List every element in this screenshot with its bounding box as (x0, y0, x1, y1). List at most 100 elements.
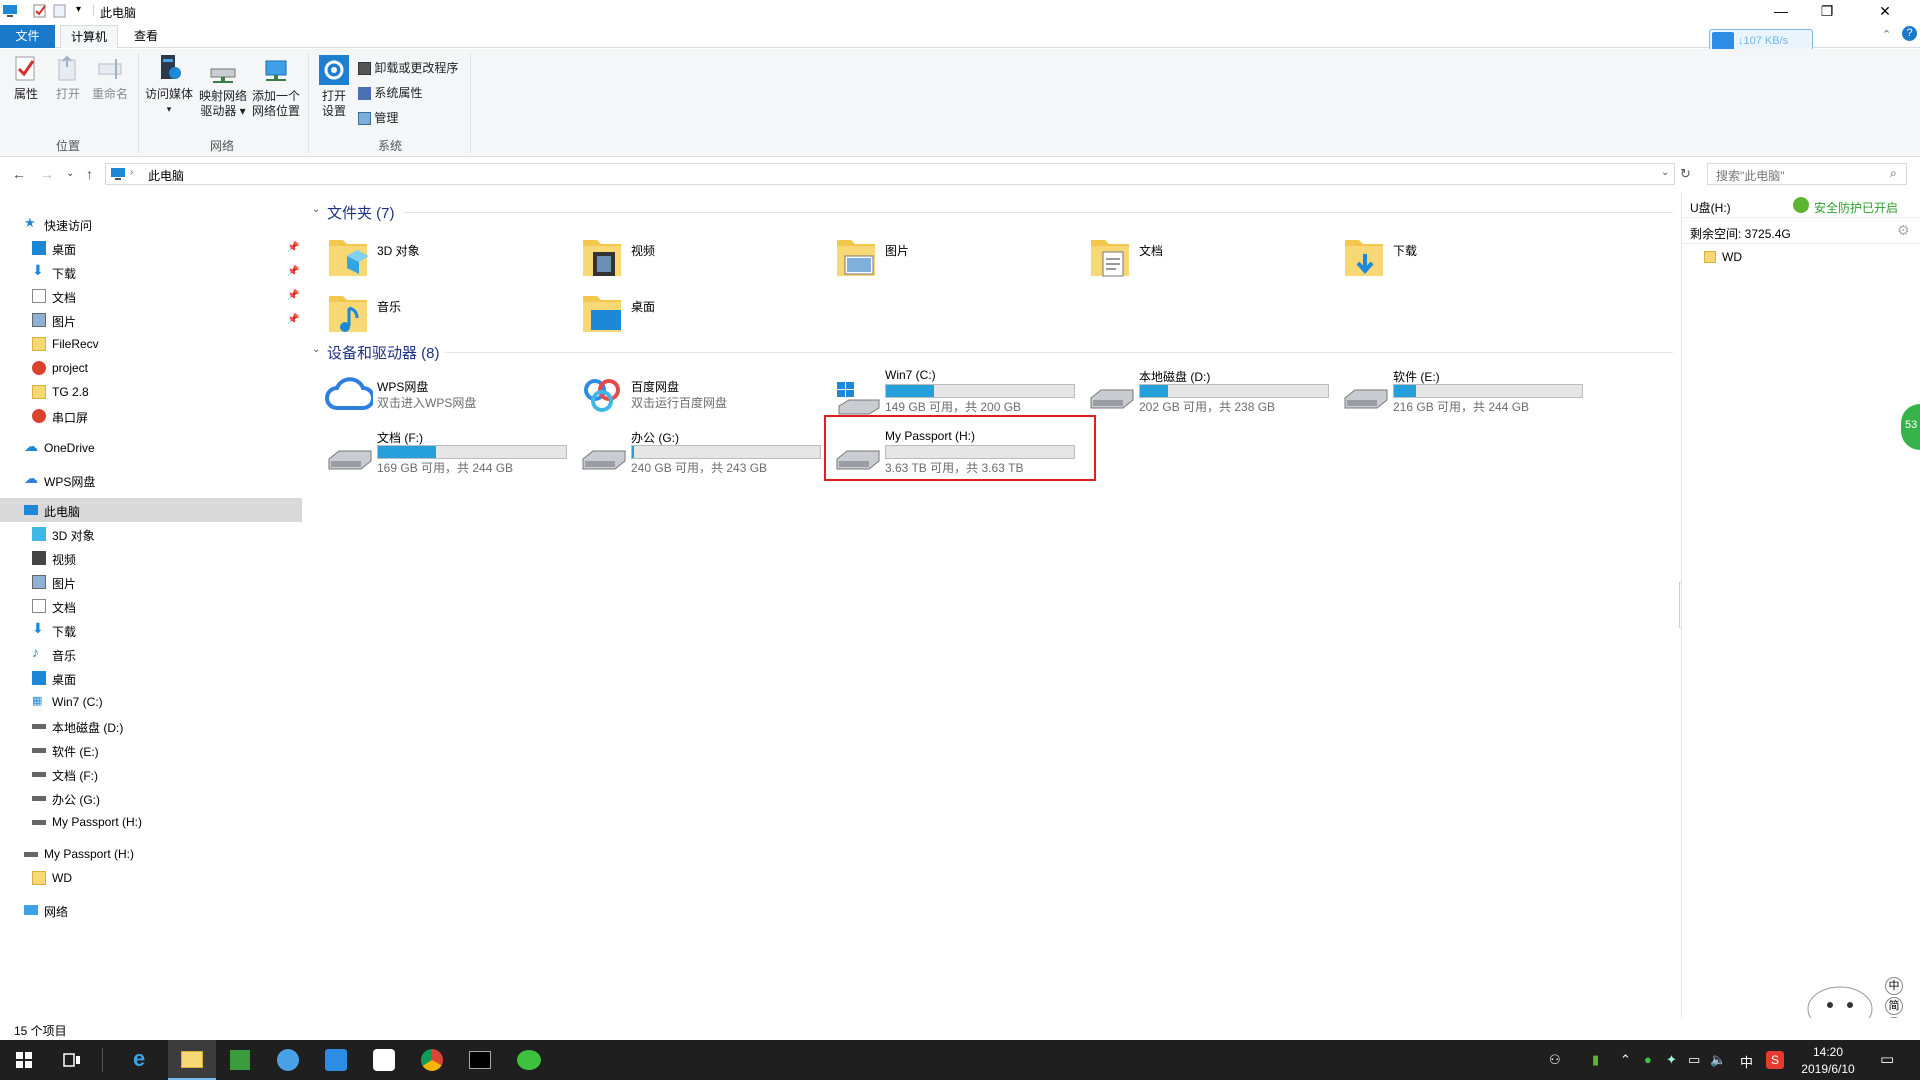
taskbar-chrome[interactable] (408, 1040, 456, 1080)
nav-quick-tg[interactable]: TG 2.8 (0, 380, 302, 404)
nav-pc-drive-f[interactable]: 文档 (F:) (0, 762, 302, 786)
pin-icon[interactable]: 📌 (287, 242, 299, 253)
nav-quick-access[interactable]: ★ 快速访问 (0, 212, 302, 236)
pin-icon[interactable]: 📌 (287, 266, 299, 277)
nav-pc-desktop[interactable]: 桌面 (0, 666, 302, 690)
wechat-tray-icon[interactable]: ● (1644, 1052, 1652, 1067)
pin-icon[interactable]: 📌 (287, 290, 299, 301)
system-properties-button[interactable]: 系统属性 (358, 84, 422, 101)
drive-e[interactable]: 软件 (E:) 216 GB 可用，共 244 GB (1341, 368, 1591, 424)
nav-pc-documents[interactable]: 文档 (0, 594, 302, 618)
close-button[interactable]: ✕ (1850, 0, 1920, 22)
nav-quick-documents[interactable]: 文档 📌 (0, 284, 302, 308)
ime-lang-toggle[interactable]: 中 (1885, 977, 1903, 995)
folder-pictures[interactable]: 图片 (835, 234, 1075, 284)
folder-downloads[interactable]: 下载 (1343, 234, 1583, 284)
nav-wps[interactable]: ☁ WPS网盘 (0, 468, 302, 492)
breadcrumb-this-pc[interactable]: 此电脑 (148, 167, 184, 184)
ime-indicator[interactable]: 中 (1740, 1052, 1753, 1071)
sogou-input-icon[interactable]: S (1766, 1051, 1784, 1069)
folders-header[interactable]: 文件夹 (7) (327, 202, 395, 223)
add-network-location-button[interactable]: 添加一个 网络位置 (250, 59, 302, 119)
new-folder-quick-icon[interactable] (52, 3, 68, 19)
notifications-icon[interactable]: ▭ (1880, 1050, 1894, 1068)
collapse-chevron-icon[interactable]: ⌄ (312, 204, 320, 215)
drive-f[interactable]: 文档 (F:) 169 GB 可用，共 244 GB (325, 429, 575, 485)
up-arrow-icon[interactable]: ↑ (86, 166, 93, 182)
nav-quick-desktop[interactable]: 桌面 📌 (0, 236, 302, 260)
start-button[interactable] (0, 1040, 48, 1080)
map-drive-button[interactable]: 映射网络 驱动器 ▾ (197, 63, 249, 119)
breadcrumb-chevron-icon[interactable]: › (130, 167, 133, 178)
address-bar[interactable]: › 此电脑 ⌄ (105, 163, 1675, 185)
battery-icon[interactable]: ▮ (1592, 1052, 1599, 1068)
nav-pc-music[interactable]: ♪ 音乐 (0, 642, 302, 666)
rename-button[interactable]: 重命名 (90, 55, 130, 102)
folder-documents[interactable]: 文档 (1089, 234, 1329, 284)
nav-quick-downloads[interactable]: ⬇ 下载 📌 (0, 260, 302, 284)
search-input[interactable]: 搜索"此电脑" (1716, 169, 1785, 183)
search-box[interactable]: 搜索"此电脑" ⌕ (1707, 163, 1907, 185)
tab-view[interactable]: 查看 (124, 25, 168, 48)
collapse-chevron-icon[interactable]: ⌄ (312, 344, 320, 355)
wps-cloud-drive[interactable]: WPS网盘 双击进入WPS网盘 (325, 374, 575, 430)
ribbon-collapse-icon[interactable]: ⌃ (1882, 28, 1891, 41)
folder-music[interactable]: 音乐 (327, 290, 567, 340)
quick-access-dropdown-icon[interactable]: ▾ (76, 4, 81, 15)
nav-pc-drive-c[interactable]: ▦ Win7 (C:) (0, 690, 302, 714)
nav-quick-serial-screen[interactable]: 串口屏 (0, 404, 302, 428)
drive-g[interactable]: 办公 (G:) 240 GB 可用，共 243 GB (579, 429, 829, 485)
ime-script-toggle[interactable]: 简 (1885, 997, 1903, 1015)
nav-pc-pictures[interactable]: 图片 (0, 570, 302, 594)
drive-d[interactable]: 本地磁盘 (D:) 202 GB 可用，共 238 GB (1087, 368, 1337, 424)
protection-status[interactable]: 安全防护已开启 (1814, 199, 1898, 216)
taskbar-baidu-app[interactable] (360, 1040, 408, 1080)
nav-my-passport[interactable]: My Passport (H:) (0, 842, 302, 866)
restore-button[interactable]: ❐ (1804, 0, 1850, 22)
taskbar-wechat[interactable] (504, 1040, 552, 1080)
gear-icon[interactable]: ⚙ (1897, 222, 1910, 239)
baidu-cloud-drive[interactable]: 百度网盘 双击运行百度网盘 (579, 374, 829, 430)
tab-file[interactable]: 文件 (0, 25, 55, 48)
forward-arrow-icon[interactable]: → (40, 166, 54, 182)
tray-app-icon[interactable]: ✦ (1666, 1052, 1677, 1068)
nav-pc-videos[interactable]: 视频 (0, 546, 302, 570)
tray-expand-icon[interactable]: ⌃ (1620, 1052, 1631, 1068)
folder-desktop[interactable]: 桌面 (581, 290, 821, 340)
minimize-button[interactable]: — (1758, 0, 1804, 22)
nav-quick-pictures[interactable]: 图片 📌 (0, 308, 302, 332)
open-settings-button[interactable]: 打开 设置 (314, 55, 354, 119)
uninstall-button[interactable]: 卸载或更改程序 (358, 59, 458, 76)
recent-dropdown-icon[interactable]: ⌄ (66, 168, 74, 179)
volume-icon[interactable]: 🔈 (1710, 1052, 1726, 1068)
taskbar-app-green[interactable] (216, 1040, 264, 1080)
taskbar-terminal[interactable] (456, 1040, 504, 1080)
pin-icon[interactable]: 📌 (287, 314, 299, 325)
nav-pc-3d[interactable]: 3D 对象 (0, 522, 302, 546)
nav-pc-drive-h[interactable]: My Passport (H:) (0, 810, 302, 834)
address-history-dropdown-icon[interactable]: ⌄ (1661, 167, 1669, 178)
properties-button[interactable]: 属性 (8, 55, 44, 102)
network-tray-icon[interactable]: ▭ (1688, 1052, 1700, 1068)
taskbar-file-explorer[interactable] (168, 1040, 216, 1080)
nav-pc-drive-d[interactable]: 本地磁盘 (D:) (0, 714, 302, 738)
nav-quick-project[interactable]: project (0, 356, 302, 380)
taskbar-edge[interactable]: e (120, 1040, 168, 1080)
search-icon[interactable]: ⌕ (1890, 166, 1897, 181)
nav-this-pc[interactable]: 此电脑 (0, 498, 302, 522)
nav-pc-drive-g[interactable]: 办公 (G:) (0, 786, 302, 810)
nav-onedrive[interactable]: ☁ OneDrive (0, 436, 302, 460)
drives-header[interactable]: 设备和驱动器 (8) (327, 342, 440, 363)
task-view-button[interactable] (48, 1040, 96, 1080)
refresh-icon[interactable]: ↻ (1680, 166, 1691, 182)
people-icon[interactable]: ⚇ (1549, 1052, 1561, 1068)
nav-network[interactable]: 网络 (0, 898, 302, 922)
folder-videos[interactable]: 视频 (581, 234, 821, 284)
nav-wd-folder[interactable]: WD (0, 866, 302, 890)
help-icon[interactable]: ? (1902, 26, 1917, 41)
open-button[interactable]: 打开 (50, 55, 86, 102)
tab-computer[interactable]: 计算机 (60, 25, 119, 48)
nav-pc-drive-e[interactable]: 软件 (E:) (0, 738, 302, 762)
nav-pc-downloads[interactable]: ⬇ 下载 (0, 618, 302, 642)
taskbar-baidu-netdisk[interactable] (312, 1040, 360, 1080)
